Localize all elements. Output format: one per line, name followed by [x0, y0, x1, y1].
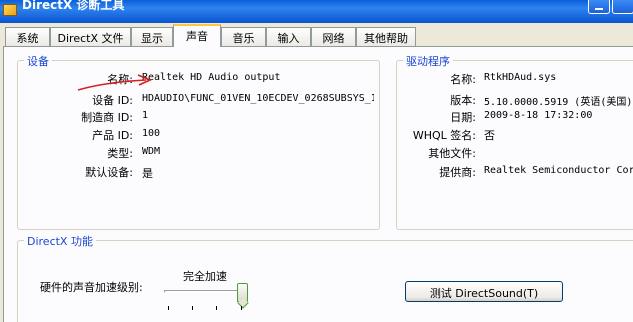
default-device-value: 是 — [142, 167, 153, 180]
tab-strip: 系统 DirectX 文件 显示 声音 音乐 输入 网络 其他帮助 — [0, 23, 633, 47]
provider-value: Realtek Semiconductor Corp. — [484, 165, 633, 176]
maximize-button[interactable] — [612, 0, 633, 14]
slider-tick — [168, 306, 169, 310]
directx-app-icon — [3, 4, 17, 16]
tab-directx-files[interactable]: DirectX 文件 — [50, 27, 131, 46]
product-id-value: 100 — [142, 128, 161, 139]
manufacturer-id-label: 制造商 ID: — [81, 111, 133, 124]
accel-slider-track[interactable] — [164, 290, 248, 293]
annotation-arrow-icon — [77, 74, 153, 91]
tab-system[interactable]: 系统 — [5, 27, 50, 46]
tab-input[interactable]: 输入 — [266, 27, 311, 46]
accel-slider-thumb[interactable] — [237, 283, 248, 302]
whql-label: WHQL 签名: — [412, 129, 476, 142]
tab-sound[interactable]: 声音 — [173, 24, 221, 47]
driver-date-value: 2009-8-18 17:32:00 — [484, 110, 593, 121]
driver-name-label: 名称: — [450, 73, 476, 86]
driver-name-value: RtkHDAud.sys — [484, 72, 557, 83]
driver-date-label: 日期: — [450, 111, 476, 124]
accel-level-value: 完全加速 — [183, 270, 227, 283]
minimize-button[interactable] — [588, 0, 610, 14]
product-id-label: 产品 ID: — [92, 129, 133, 142]
whql-value: 否 — [484, 129, 495, 142]
driver-legend: 驱动程序 — [403, 53, 453, 69]
type-label: 类型: — [107, 147, 133, 160]
type-value: WDM — [142, 146, 161, 157]
driver-version-label: 版本: — [450, 94, 476, 107]
driver-version-value: 5.10.0000.5919 (英语(美国) — [484, 97, 633, 108]
slider-tick — [241, 306, 242, 310]
directx-features-legend: DirectX 功能 — [24, 233, 96, 249]
slider-tick — [216, 306, 217, 310]
tab-display[interactable]: 显示 — [131, 27, 173, 46]
window-title: DirectX 诊断工具 — [22, 0, 125, 12]
accel-label: 硬件的声音加速级别: — [40, 281, 143, 294]
tab-music[interactable]: 音乐 — [221, 27, 266, 46]
manufacturer-id-value: 1 — [142, 110, 149, 121]
minimize-icon — [595, 8, 603, 10]
tab-more-help[interactable]: 其他帮助 — [356, 27, 416, 46]
slider-tick — [192, 306, 193, 310]
device-id-value: HDAUDIO\FUNC_01VEN_10ECDEV_0268SUBSYS_15… — [142, 93, 374, 104]
tab-network[interactable]: 网络 — [311, 27, 356, 46]
test-directsound-button[interactable]: 测试 DirectSound(T) — [405, 281, 563, 302]
other-files-label: 其他文件: — [428, 147, 476, 160]
provider-label: 提供商: — [439, 166, 476, 179]
title-bar: DirectX 诊断工具 — [0, 0, 633, 23]
default-device-label: 默认设备: — [85, 166, 133, 179]
device-legend: 设备 — [24, 53, 52, 69]
